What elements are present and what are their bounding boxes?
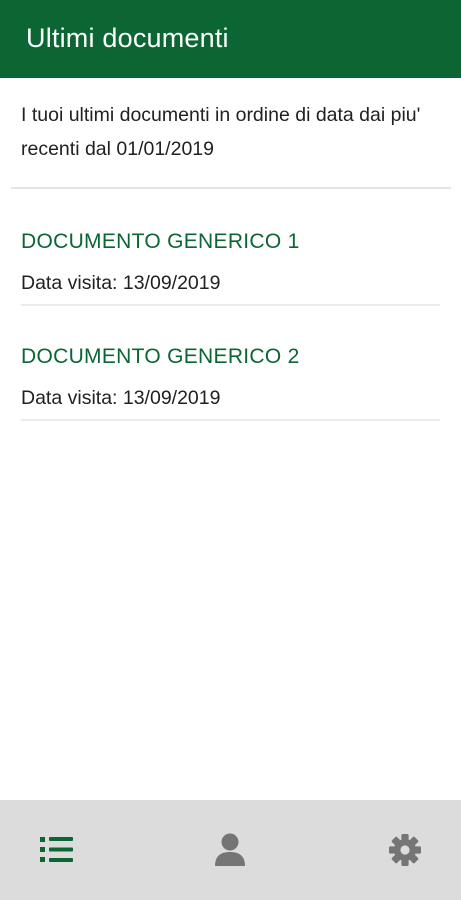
intro-text: I tuoi ultimi documenti in ordine di dat… — [21, 104, 421, 160]
gear-icon — [389, 834, 421, 866]
document-title[interactable]: DOCUMENTO GENERICO 2 — [21, 345, 300, 369]
document-date: Data visita: 13/09/2019 — [21, 272, 221, 294]
divider — [11, 187, 451, 189]
app-bar: Ultimi documenti — [0, 0, 461, 78]
document-item[interactable]: DOCUMENTO GENERICO 1 Data visita: 13/09/… — [0, 190, 461, 306]
document-title[interactable]: DOCUMENTO GENERICO 1 — [21, 230, 300, 254]
document-date: Data visita: 13/09/2019 — [21, 387, 221, 409]
document-list: DOCUMENTO GENERICO 1 Data visita: 13/09/… — [0, 190, 461, 421]
bottom-navigation — [0, 800, 461, 900]
list-icon — [40, 837, 74, 863]
nav-documents-button[interactable] — [7, 800, 107, 900]
divider — [21, 419, 440, 421]
nav-settings-button[interactable] — [355, 800, 455, 900]
person-icon — [215, 833, 245, 867]
page-title: Ultimi documenti — [26, 22, 229, 53]
nav-profile-button[interactable] — [180, 800, 280, 900]
document-item[interactable]: DOCUMENTO GENERICO 2 Data visita: 13/09/… — [0, 305, 461, 421]
